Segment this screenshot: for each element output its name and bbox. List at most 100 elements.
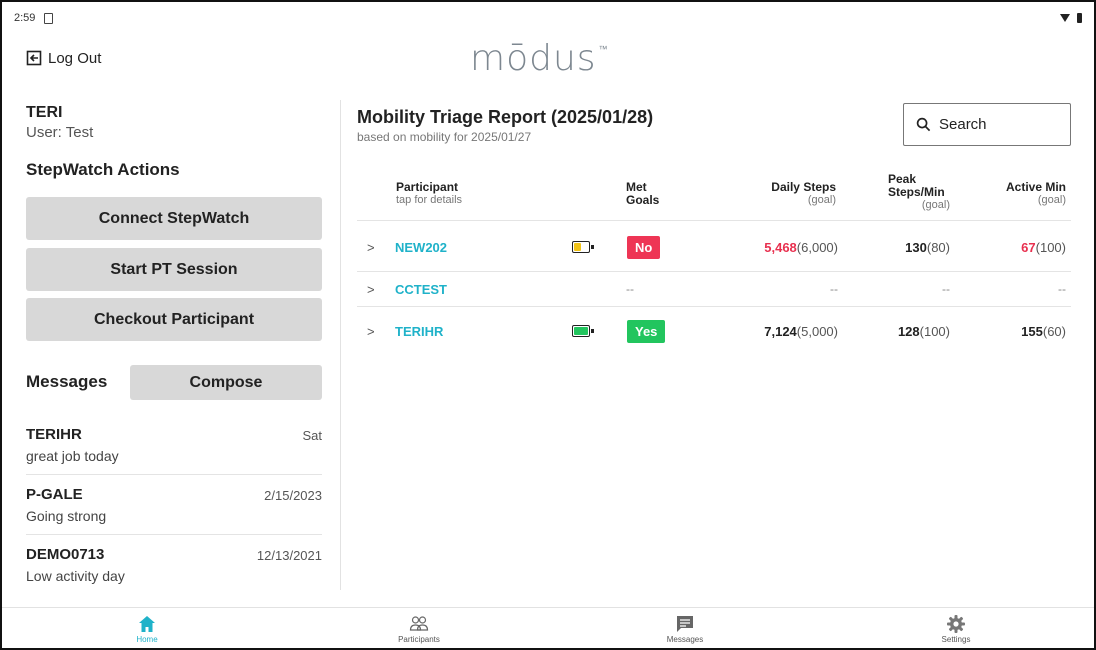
message-date: 12/13/2021 <box>256 548 322 563</box>
user-name: TERI <box>26 104 63 121</box>
col-peak-label-2: Steps/Min <box>888 185 945 199</box>
logo-trademark: ™ <box>598 45 609 55</box>
table-row[interactable]: > TERIHR Yes 7,124(5,000) 128(100) 155(6… <box>357 315 1071 349</box>
active-min-empty: -- <box>1058 282 1066 296</box>
battery-full-icon <box>572 325 594 337</box>
stepwatch-actions-title: StepWatch Actions <box>26 160 180 179</box>
col-header-daily-steps: Daily Steps (goal) <box>736 181 836 207</box>
logout-label: Log Out <box>48 49 102 67</box>
sim-card-icon <box>44 13 53 24</box>
message-from: P-GALE <box>26 486 83 503</box>
chevron-right-icon: > <box>367 324 375 339</box>
nav-messages-label: Messages <box>666 634 704 644</box>
table-divider <box>357 220 1071 221</box>
nav-home[interactable]: Home <box>11 608 283 649</box>
col-participant-label: Participant <box>396 180 459 194</box>
participant-id: NEW202 <box>395 240 448 255</box>
checkout-participant-button[interactable]: Checkout Participant <box>26 298 322 341</box>
col-steps-label: Daily Steps <box>771 180 836 194</box>
daily-steps-empty: -- <box>830 282 838 296</box>
daily-steps-value: 7,124(5,000) <box>764 324 838 339</box>
col-peak-sub: (goal) <box>921 199 950 211</box>
col-active-sub: (goal) <box>1037 194 1066 206</box>
panel-divider <box>340 100 341 590</box>
peak-number: 128 <box>897 324 920 339</box>
battery-status-icon <box>1077 13 1082 23</box>
active-min-value: 155(60) <box>1021 324 1066 339</box>
report-subtitle: based on mobility for 2025/01/27 <box>357 130 532 144</box>
start-pt-session-button[interactable]: Start PT Session <box>26 248 322 291</box>
col-met-label-2: Goals <box>626 193 660 207</box>
people-icon <box>409 615 429 631</box>
active-goal: (60) <box>1042 324 1066 339</box>
nav-settings[interactable]: Settings <box>820 608 1092 649</box>
peak-goal: (80) <box>926 240 950 255</box>
message-from: DEMO0713 <box>26 546 105 563</box>
battery-fill <box>574 327 588 335</box>
peak-number: 130 <box>905 240 927 255</box>
active-number: 155 <box>1021 324 1043 339</box>
gear-icon <box>947 614 965 633</box>
active-goal: (100) <box>1035 240 1066 255</box>
app-logo: mōdus ™ <box>470 38 609 79</box>
message-date: Sat <box>302 428 322 443</box>
row-divider <box>357 306 1071 307</box>
nav-participants-label: Participants <box>398 634 440 644</box>
chevron-right-icon: > <box>367 240 375 255</box>
col-peak-label-1: Peak <box>888 172 917 186</box>
col-participant-sub: tap for details <box>396 194 463 206</box>
steps-number: 5,468 <box>764 240 797 255</box>
col-steps-sub: (goal) <box>807 194 836 206</box>
search-icon <box>916 117 931 132</box>
status-bar: 2:59 <box>14 12 1082 28</box>
active-min-value: 67(100) <box>1021 240 1066 255</box>
col-active-label: Active Min <box>1005 180 1066 194</box>
report-title: Mobility Triage Report (2025/01/28) <box>357 107 654 127</box>
message-item[interactable]: TERIHR Sat great job today <box>26 415 322 475</box>
search-label: Search <box>939 116 987 133</box>
peak-steps-empty: -- <box>942 282 950 296</box>
battery-low-icon <box>572 241 594 253</box>
col-header-peak: Peak Steps/Min (goal) <box>888 173 950 212</box>
daily-steps-value: 5,468(6,000) <box>764 240 838 255</box>
messages-title: Messages <box>26 372 108 391</box>
table-row[interactable]: > CCTEST -- -- -- -- <box>357 273 1071 307</box>
steps-goal: (5,000) <box>796 324 838 339</box>
message-list: TERIHR Sat great job today P-GALE 2/15/2… <box>26 415 322 595</box>
nav-participants[interactable]: Participants <box>283 608 555 649</box>
met-goals-badge: Yes <box>627 320 666 343</box>
message-item[interactable]: DEMO0713 12/13/2021 Low activity day <box>26 535 322 595</box>
connect-stepwatch-button[interactable]: Connect StepWatch <box>26 197 322 240</box>
col-met-label-1: Met <box>626 180 647 194</box>
user-line: User: Test <box>26 124 94 141</box>
home-icon <box>139 615 155 632</box>
status-time: 2:59 <box>14 12 36 24</box>
nav-home-label: Home <box>136 634 158 644</box>
participant-id: TERIHR <box>395 324 444 339</box>
message-item[interactable]: P-GALE 2/15/2023 Going strong <box>26 475 322 535</box>
participant-id: CCTEST <box>395 282 447 297</box>
nav-messages[interactable]: Messages <box>549 608 821 649</box>
peak-steps-value: 130(80) <box>905 240 950 255</box>
nav-settings-label: Settings <box>941 634 971 644</box>
battery-fill <box>574 243 581 251</box>
met-goals-badge: No <box>627 236 661 259</box>
active-number: 67 <box>1021 240 1036 255</box>
message-text: Going strong <box>26 508 107 524</box>
logout-button[interactable]: Log Out <box>26 48 101 68</box>
peak-steps-value: 128(100) <box>898 324 950 339</box>
row-divider <box>357 271 1071 272</box>
bottom-navigation: Home Participants Messages Settings <box>2 607 1094 648</box>
col-header-active-min: Active Min (goal) <box>970 181 1066 207</box>
steps-number: 7,124 <box>764 324 797 339</box>
table-row[interactable]: > NEW202 No 5,468(6,000) 130(80) 67(100) <box>357 231 1071 265</box>
chevron-right-icon: > <box>367 282 375 297</box>
compose-button[interactable]: Compose <box>130 365 322 400</box>
col-header-participant: Participant tap for details <box>396 181 462 207</box>
message-date: 2/15/2023 <box>264 488 322 503</box>
wifi-icon <box>1060 14 1070 22</box>
steps-goal: (6,000) <box>796 240 838 255</box>
message-from: TERIHR <box>26 426 82 443</box>
met-goals-empty: -- <box>626 282 634 296</box>
search-input[interactable]: Search <box>903 103 1071 146</box>
